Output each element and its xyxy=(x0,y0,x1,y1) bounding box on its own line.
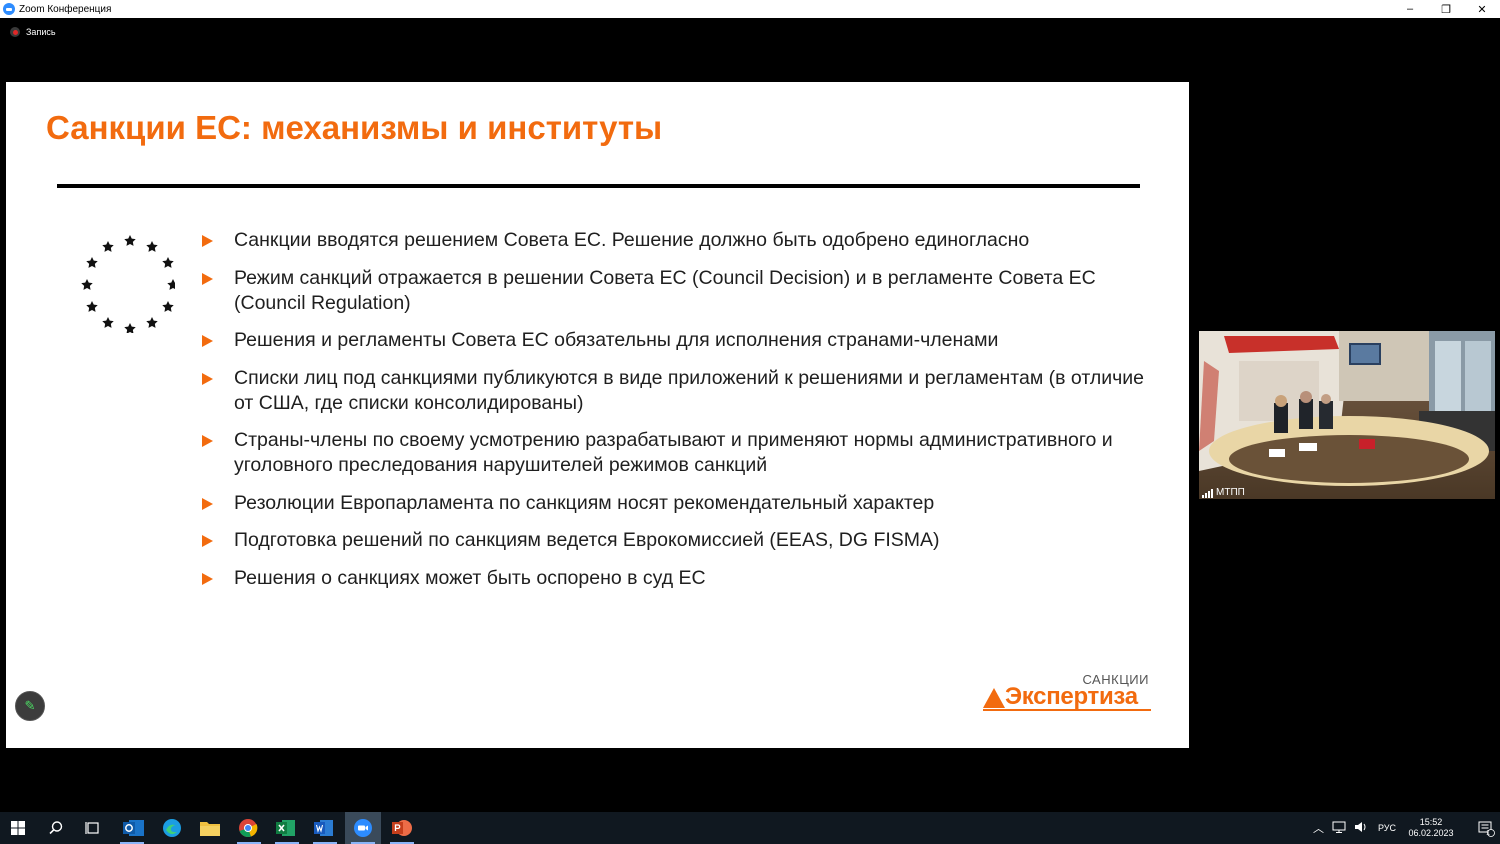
participant-name: МТПП xyxy=(1216,487,1245,498)
list-item: Решения и регламенты Совета ЕС обязатель… xyxy=(202,328,1162,353)
logo-underline xyxy=(983,709,1151,711)
list-item: Решения о санкциях может быть оспорено в… xyxy=(202,566,1162,591)
record-icon xyxy=(10,27,20,37)
search-icon[interactable] xyxy=(38,816,74,840)
triangle-bullet-icon xyxy=(202,272,213,285)
window-titlebar[interactable]: Zoom Конференция – ❐ ✕ xyxy=(0,0,1500,18)
clock-time: 15:52 xyxy=(1419,817,1443,827)
bullet-text: Резолюции Европарламента по санкциям нос… xyxy=(234,491,935,514)
bullet-text: Списки лиц под санкциями публикуются в в… xyxy=(234,366,1144,414)
logo-triangle-icon xyxy=(983,688,1005,708)
triangle-bullet-icon xyxy=(202,372,213,385)
participant-label: МТПП xyxy=(1202,487,1245,498)
system-tray: ︿ РУС 15:52 06.02.2023 1 xyxy=(1313,812,1500,844)
network-icon[interactable] xyxy=(1332,821,1346,835)
triangle-bullet-icon xyxy=(202,435,213,447)
notification-count: 1 xyxy=(1486,830,1490,837)
list-item: Санкции вводятся решением Совета ЕС. Реш… xyxy=(202,228,1162,253)
triangle-bullet-icon xyxy=(202,497,213,510)
video-feed-image xyxy=(1199,331,1495,499)
triangle-bullet-icon xyxy=(202,572,213,585)
clock-date: 06.02.2023 xyxy=(1408,828,1454,838)
bullet-text: Санкции вводятся решением Совета ЕС. Реш… xyxy=(234,229,1030,251)
chrome-icon[interactable] xyxy=(230,816,266,840)
participant-video[interactable]: МТПП xyxy=(1199,331,1495,499)
bullet-text: Режим санкций отражается в решении Совет… xyxy=(234,266,1096,314)
file-explorer-icon[interactable] xyxy=(192,816,228,840)
window-controls: – ❐ ✕ xyxy=(1392,0,1500,18)
window-title: Zoom Конференция xyxy=(19,3,112,15)
excel-icon[interactable] xyxy=(268,816,304,840)
slide-title: Санкции ЕС: механизмы и институты xyxy=(46,109,663,146)
recording-indicator[interactable]: Запись xyxy=(10,27,56,37)
pencil-icon: ✎ xyxy=(24,698,36,713)
word-icon[interactable] xyxy=(306,816,342,840)
sanctions-expertise-logo: САНКЦИИ Экспертиза xyxy=(981,669,1151,713)
bullet-text: Решения и регламенты Совета ЕС обязатель… xyxy=(234,329,999,351)
list-item: Списки лиц под санкциями публикуются в в… xyxy=(202,366,1162,416)
clock[interactable]: 15:52 06.02.2023 xyxy=(1406,817,1456,839)
bullet-text: Решения о санкциях может быть оспорено в… xyxy=(234,566,706,589)
edge-icon[interactable] xyxy=(154,816,190,840)
recording-label: Запись xyxy=(26,27,56,37)
bullet-text: Подготовка решений по санкциям ведется Е… xyxy=(234,529,940,551)
logo-big-text: Экспертиза xyxy=(1005,683,1138,710)
zoom-app-icon xyxy=(3,3,15,15)
triangle-bullet-icon xyxy=(202,335,213,347)
volume-icon[interactable] xyxy=(1354,821,1368,835)
annotate-pen-button[interactable]: ✎ xyxy=(15,691,45,721)
windows-taskbar: ︿ РУС 15:52 06.02.2023 1 xyxy=(0,812,1500,844)
shared-screen-slide: Санкции ЕС: механизмы и институты Санкци… xyxy=(6,82,1189,748)
close-button[interactable]: ✕ xyxy=(1464,0,1500,18)
list-item: Страны-члены по своему усмотрению разраб… xyxy=(202,428,1162,478)
triangle-bullet-icon xyxy=(202,535,213,547)
task-view-icon[interactable] xyxy=(75,816,111,840)
bullet-list: Санкции вводятся решением Совета ЕС. Реш… xyxy=(202,228,1162,603)
powerpoint-icon[interactable] xyxy=(384,816,420,840)
eu-stars-icon xyxy=(81,235,175,333)
notification-center-icon[interactable]: 1 xyxy=(1472,812,1500,844)
restore-button[interactable]: ❐ xyxy=(1428,0,1464,18)
minimize-button[interactable]: – xyxy=(1392,0,1428,18)
zoom-icon[interactable] xyxy=(345,816,381,840)
bullet-text: Страны-члены по своему усмотрению разраб… xyxy=(234,429,1113,476)
list-item: Режим санкций отражается в решении Совет… xyxy=(202,266,1162,316)
list-item: Резолюции Европарламента по санкциям нос… xyxy=(202,491,1162,516)
signal-strength-icon xyxy=(1202,489,1213,498)
chevron-up-icon[interactable]: ︿ xyxy=(1313,820,1324,836)
title-divider xyxy=(57,184,1140,188)
language-indicator[interactable]: РУС xyxy=(1378,823,1396,833)
triangle-bullet-icon xyxy=(202,235,213,247)
windows-start-icon[interactable] xyxy=(0,816,36,840)
outlook-icon[interactable] xyxy=(116,816,152,840)
list-item: Подготовка решений по санкциям ведется Е… xyxy=(202,528,1162,553)
